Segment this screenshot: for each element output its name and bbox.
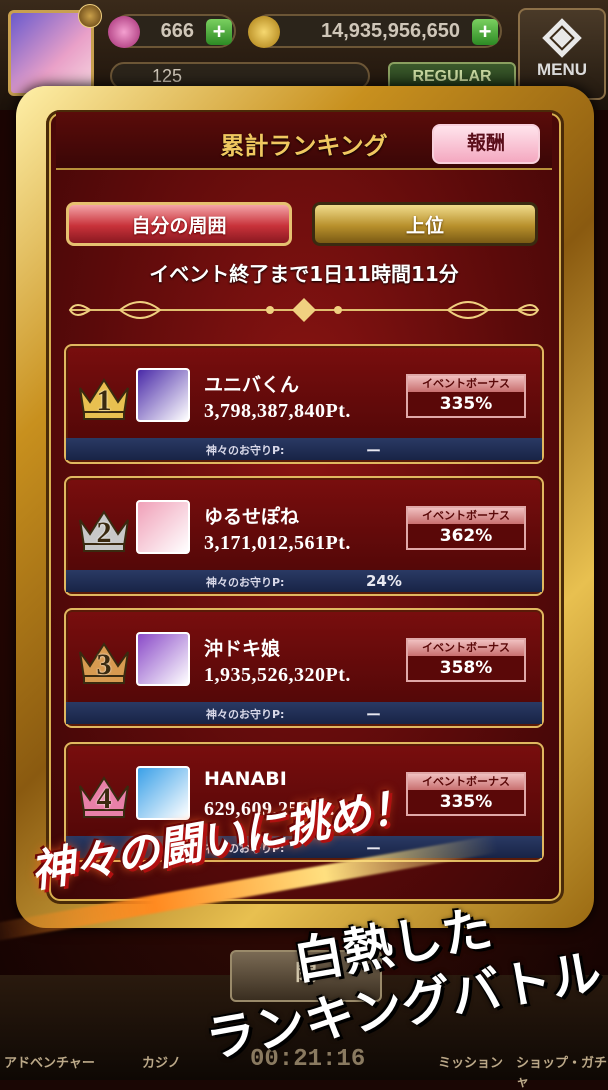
player-icon[interactable] <box>136 632 190 686</box>
omamori-bar: 神々のお守りP: 24% <box>66 570 542 592</box>
rank-number: 2 <box>96 516 112 549</box>
event-bonus-box: イベントボーナス 335% <box>406 374 526 418</box>
omamori-label: 神々のお守りP: <box>206 576 285 589</box>
player-icon[interactable] <box>136 500 190 554</box>
coin-counter: 14,935,956,650 + <box>248 14 502 48</box>
omamori-label: 神々のお守りP: <box>206 708 285 721</box>
player-name: ゆるせぽね <box>204 506 300 528</box>
player-name: 沖ドキ娘 <box>204 638 281 660</box>
nav-adventure[interactable]: アドベンチャー <box>4 1052 95 1071</box>
event-bonus-value: 358% <box>439 658 493 678</box>
nav-casino[interactable]: カジノ <box>142 1052 181 1071</box>
player-name: ユニバくん <box>204 374 300 396</box>
nav-mission[interactable]: ミッション <box>438 1052 503 1071</box>
menu-label: MENU <box>536 60 588 79</box>
player-points: 3,171,012,561Pt. <box>204 532 351 554</box>
event-bonus-box: イベントボーナス 362% <box>406 506 526 550</box>
ornament-divider <box>68 298 540 322</box>
rank-number: 3 <box>96 648 112 681</box>
omamori-bar: 神々のお守りP: ー <box>66 438 542 460</box>
menu-icon <box>542 18 582 58</box>
player-points: 3,798,387,840Pt. <box>204 400 351 422</box>
reward-button[interactable]: 報酬 <box>432 124 540 164</box>
level-value: 125 <box>152 66 183 86</box>
omamori-value: ー <box>366 706 382 724</box>
omamori-value: 24% <box>366 572 402 590</box>
ranking-row[interactable]: 2 ゆるせぽね 3,171,012,561Pt. イベントボーナス 362% 神… <box>64 476 544 596</box>
gem-count: 666 <box>160 19 194 42</box>
event-bonus-value: 362% <box>439 526 493 546</box>
tab-around-self[interactable]: 自分の周囲 <box>66 202 292 246</box>
rank-number: 1 <box>96 384 112 417</box>
add-gems-button[interactable]: + <box>206 19 232 45</box>
event-bonus-label: イベントボーナス <box>408 376 524 392</box>
event-bonus-value: 335% <box>439 792 493 812</box>
coin-count: 14,935,956,650 <box>320 19 460 42</box>
player-points: 1,935,526,320Pt. <box>204 664 351 686</box>
event-bonus-box: イベントボーナス 335% <box>406 772 526 816</box>
gem-icon <box>108 16 140 48</box>
tab-top-ranks[interactable]: 上位 <box>312 202 538 246</box>
add-coins-button[interactable]: + <box>472 19 498 45</box>
player-icon[interactable] <box>136 368 190 422</box>
event-bonus-box: イベントボーナス 358% <box>406 638 526 682</box>
omamori-value: ー <box>366 442 382 460</box>
ranking-row[interactable]: 1 ユニバくん 3,798,387,840Pt. イベントボーナス 335% 神… <box>64 344 544 464</box>
event-bonus-label: イベントボーナス <box>408 774 524 790</box>
ranking-row[interactable]: 3 沖ドキ娘 1,935,526,320Pt. イベントボーナス 358% 神々… <box>64 608 544 728</box>
event-bonus-value: 335% <box>439 394 493 414</box>
coin-icon <box>248 16 280 48</box>
omamori-label: 神々のお守りP: <box>206 444 285 457</box>
nav-shop-gacha[interactable]: ショップ・ガチャ <box>516 1052 608 1090</box>
omamori-bar: 神々のお守りP: ー <box>66 702 542 724</box>
gem-counter: 666 + <box>108 14 236 48</box>
event-bonus-label: イベントボーナス <box>408 508 524 524</box>
player-name: HANABI <box>204 768 287 790</box>
rank-badge-icon <box>78 4 102 28</box>
rank-number: 4 <box>96 782 112 815</box>
event-countdown: イベント終了まで1日11時間11分 <box>149 262 459 286</box>
event-bonus-label: イベントボーナス <box>408 640 524 656</box>
